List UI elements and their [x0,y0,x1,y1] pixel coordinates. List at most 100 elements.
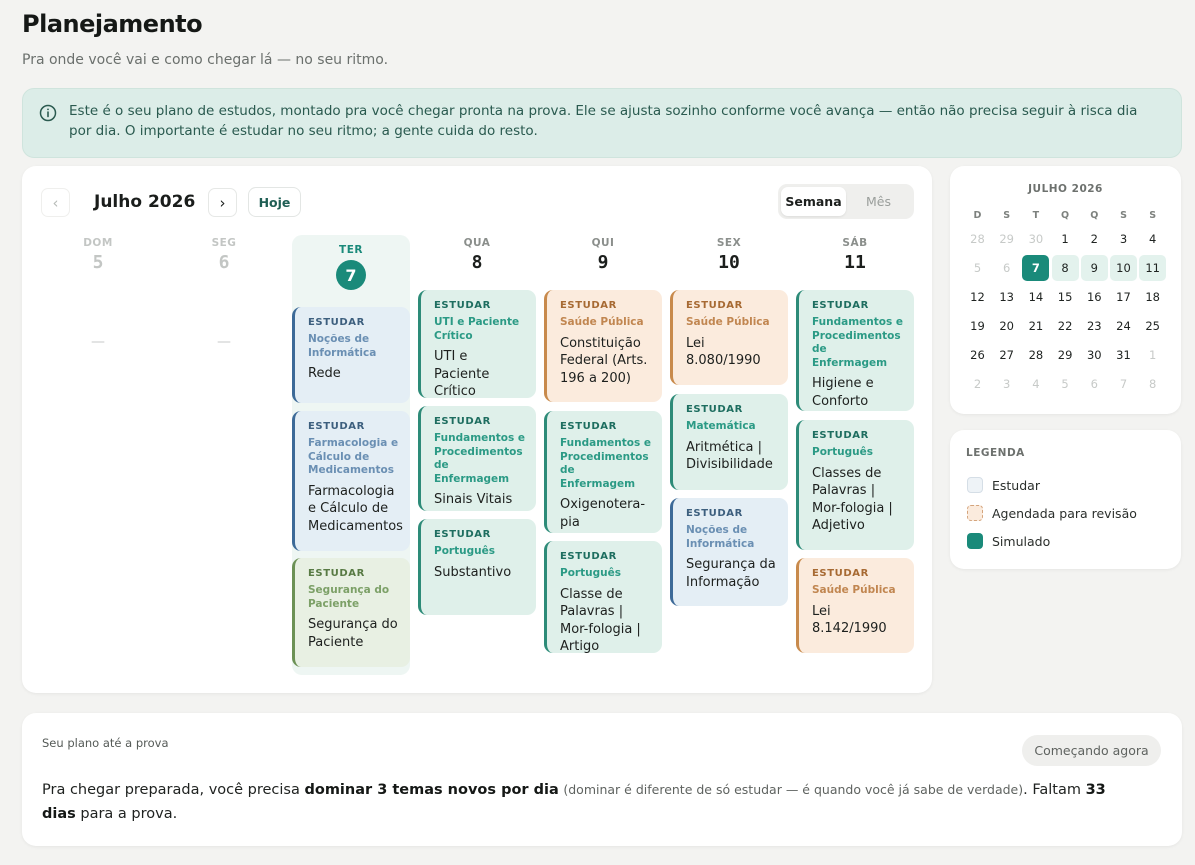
view-week-option[interactable]: Semana [781,187,846,216]
task-card[interactable]: ESTUDAR Noções de Informática Segurança … [670,498,788,606]
chevron-left-icon: ‹ [52,193,59,212]
mini-day-cell[interactable]: 10 [1110,255,1137,281]
day-header-fri: SEX 10 [670,237,788,273]
mini-day-cell[interactable]: 5 [964,255,991,281]
mini-day-cell[interactable]: 6 [993,255,1020,281]
mini-day-cell[interactable]: 2 [964,371,991,397]
mini-day-cell[interactable]: 20 [993,313,1020,339]
task-card[interactable]: ESTUDAR Farmacologia e Cálculo de Medica… [292,411,410,551]
mini-day-cell[interactable]: 16 [1081,284,1108,310]
mini-day-cell[interactable]: 17 [1110,284,1137,310]
mini-day-cell[interactable]: 19 [964,313,991,339]
task-topic: Aritmética | Divisibilidade [686,439,773,473]
mini-weekday-label: S [1003,209,1011,221]
mini-day-cell[interactable]: 30 [1081,342,1108,368]
mini-day-cell[interactable]: 29 [1052,342,1079,368]
mini-day-cell[interactable]: 14 [1022,284,1049,310]
task-topic: Rede [308,366,341,381]
task-card[interactable]: ESTUDAR Noções de Informática Rede [292,307,410,403]
legend-label: Agendada para revisão [992,505,1137,521]
task-topic: Sinais Vitais [434,492,513,507]
mini-day-cell[interactable]: 22 [1052,313,1079,339]
mini-calendar-title: JULHO 2026 [1028,183,1103,195]
task-card[interactable]: ESTUDAR Português Classes de Palavras | … [796,420,914,550]
day-number: 10 [718,252,740,273]
task-subject: Fundamentos e Procedimentos de Enfermage… [812,316,903,369]
task-card[interactable]: ESTUDAR UTI e Paciente Crítico UTI e Pac… [418,290,536,399]
today-number: 7 [336,260,366,290]
task-kind: ESTUDAR [434,529,491,540]
mini-day-cell[interactable]: 7 [1110,371,1137,397]
mini-day-cell[interactable]: 4 [1022,371,1049,397]
task-kind: ESTUDAR [434,300,491,311]
task-card[interactable]: ESTUDAR Saúde Pública Lei 8.080/1990 [670,290,788,385]
mini-day-cell[interactable]: 28 [964,226,991,252]
mini-day-cell[interactable]: 27 [993,342,1020,368]
legend-item-review: Agendada para revisão [967,505,1137,521]
mini-day-cell[interactable]: 4 [1139,226,1166,252]
task-kind: ESTUDAR [812,568,869,579]
mini-day-cell[interactable]: 8 [1139,371,1166,397]
prev-week-button[interactable]: ‹ [41,188,70,217]
task-card[interactable]: ESTUDAR Saúde Pública Lei 8.142/1990 [796,558,914,653]
mini-day-cell[interactable]: 3 [993,371,1020,397]
plan-text-prefix: Pra chegar preparada, você precisa [42,782,305,798]
mini-day-cell[interactable]: 1 [1052,226,1079,252]
task-card[interactable]: ESTUDAR Português Classe de Palavras | M… [544,541,662,655]
task-topic: Constituição Federal (Arts. 196 a 200) [560,335,648,386]
task-card[interactable]: ESTUDAR Fundamentos e Procedimentos de E… [544,411,662,533]
plan-text-suffix: para a prova. [75,806,178,822]
task-card[interactable]: ESTUDAR Saúde Pública Constituição Feder… [544,290,662,402]
day-number: 9 [597,252,609,273]
task-kind: ESTUDAR [812,300,869,311]
task-topic: Classe de Palavras | Mor-fologia | Artig… [560,586,641,655]
task-topic: Farmacologia e Cálculo de Medicamentos [308,483,403,534]
mini-day-cell[interactable]: 24 [1110,313,1137,339]
mini-day-cell[interactable]: 28 [1022,342,1049,368]
mini-day-cell[interactable]: 30 [1022,226,1049,252]
mini-day-cell[interactable]: 23 [1081,313,1108,339]
legend-swatch-review [967,505,983,521]
day-name: SÁB [842,237,868,249]
day-name: SEX [716,237,742,249]
mini-day-cell[interactable]: 31 [1110,342,1137,368]
mini-day-cell[interactable]: 25 [1139,313,1166,339]
today-button[interactable]: Hoje [248,187,301,217]
task-card[interactable]: ESTUDAR Matemática Aritmética | Divisibi… [670,394,788,490]
legend-swatch-simulado [967,533,983,549]
task-card[interactable]: ESTUDAR Português Substantivo [418,519,536,615]
mini-day-cell[interactable]: 29 [993,226,1020,252]
day-name: QUI [591,237,615,249]
mini-day-cell[interactable]: 13 [993,284,1020,310]
view-month-option[interactable]: Mês [846,187,911,216]
task-kind: ESTUDAR [812,430,869,441]
mini-day-cell[interactable]: 9 [1080,255,1108,281]
mini-day-cell[interactable]: 3 [1110,226,1137,252]
mini-day-cell[interactable]: 1 [1139,342,1166,368]
mini-day-cell[interactable]: 15 [1052,284,1079,310]
task-subject: Português [434,545,495,557]
mini-day-cell[interactable]: 26 [964,342,991,368]
task-card[interactable]: ESTUDAR Fundamentos e Procedimentos de E… [796,290,914,411]
task-card[interactable]: ESTUDAR Segurança do Paciente Segurança … [292,558,410,667]
day-header-thu: QUI 9 [544,237,662,273]
task-topic: Substantivo [434,564,512,580]
task-subject: Saúde Pública [686,316,770,328]
mini-day-cell[interactable]: 11 [1139,255,1167,281]
task-card[interactable]: ESTUDAR Fundamentos e Procedimentos de E… [418,406,536,511]
mini-day-cell[interactable]: 18 [1139,284,1166,310]
legend-item-simulado: Simulado [967,533,1050,549]
day-number: 6 [218,252,230,273]
mini-day-cell[interactable]: 8 [1051,255,1079,281]
mini-day-cell[interactable]: 6 [1081,371,1108,397]
plan-label: Seu plano até a prova [42,736,169,750]
mini-day-cell[interactable]: 12 [964,284,991,310]
legend-label: Estudar [992,477,1040,493]
day-header-sun: DOM 5 [39,237,157,273]
mini-day-cell[interactable]: 21 [1022,313,1049,339]
mini-day-cell[interactable]: 2 [1081,226,1108,252]
next-week-button[interactable]: › [208,188,237,217]
legend: LEGENDA Estudar Agendada para revisão Si… [950,430,1181,569]
mini-day-cell[interactable]: 7 [1022,255,1050,281]
mini-day-cell[interactable]: 5 [1052,371,1079,397]
